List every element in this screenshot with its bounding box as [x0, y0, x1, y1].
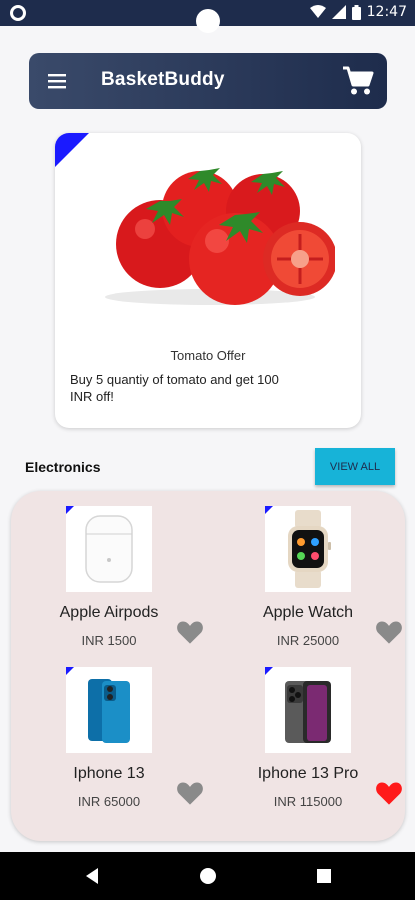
status-time: 12:47 [366, 4, 407, 20]
home-button[interactable] [198, 866, 218, 886]
status-icons: 12:47 [309, 4, 407, 20]
recents-icon [317, 869, 331, 883]
recents-button[interactable] [314, 866, 334, 886]
heart-icon[interactable] [375, 619, 403, 645]
offer-description: Buy 5 quantiy of tomato and get 100 INR … [70, 372, 279, 404]
menu-icon [48, 74, 66, 89]
camera-notch [196, 9, 220, 33]
iphone-13-pro-image [285, 681, 331, 743]
wifi-icon [309, 5, 326, 18]
heart-icon[interactable] [176, 619, 204, 645]
product-card-iphone-13[interactable]: Iphone 13 INR 65000 [11, 652, 204, 812]
product-image [265, 667, 351, 753]
product-image [66, 506, 152, 592]
cart-button[interactable] [341, 65, 375, 97]
offer-card[interactable]: Tomato Offer Buy 5 quantiy of tomato and… [55, 133, 361, 428]
iphone-13-image [88, 679, 130, 743]
product-grid: Apple Airpods INR 1500 Apple Watch INR 2… [11, 491, 405, 841]
navigation-bar [0, 852, 415, 900]
airpods-image [85, 515, 133, 583]
corner-tag [55, 133, 89, 167]
menu-button[interactable] [29, 53, 85, 109]
product-image [265, 506, 351, 592]
offer-title: Tomato Offer [170, 348, 246, 363]
product-card-apple-watch[interactable]: Apple Watch INR 25000 [210, 491, 403, 651]
product-card-iphone-13-pro[interactable]: Iphone 13 Pro INR 115000 [210, 652, 403, 812]
heart-icon[interactable] [375, 780, 403, 806]
heart-icon[interactable] [176, 780, 204, 806]
back-icon [86, 868, 98, 884]
product-card-apple-airpods[interactable]: Apple Airpods INR 1500 [11, 491, 204, 651]
app-bar: BasketBuddy [29, 53, 387, 109]
battery-icon [351, 4, 361, 20]
back-button[interactable] [82, 866, 102, 886]
apple-watch-image [288, 510, 331, 588]
view-all-button[interactable]: VIEW ALL [315, 448, 395, 485]
product-image [66, 667, 152, 753]
app-title: BasketBuddy [101, 69, 225, 90]
shopping-cart-icon [343, 66, 374, 95]
home-icon [200, 868, 216, 884]
section-title: Electronics [25, 459, 101, 475]
tomato-image [105, 168, 335, 305]
notification-icon [10, 5, 26, 21]
signal-icon [331, 5, 346, 19]
